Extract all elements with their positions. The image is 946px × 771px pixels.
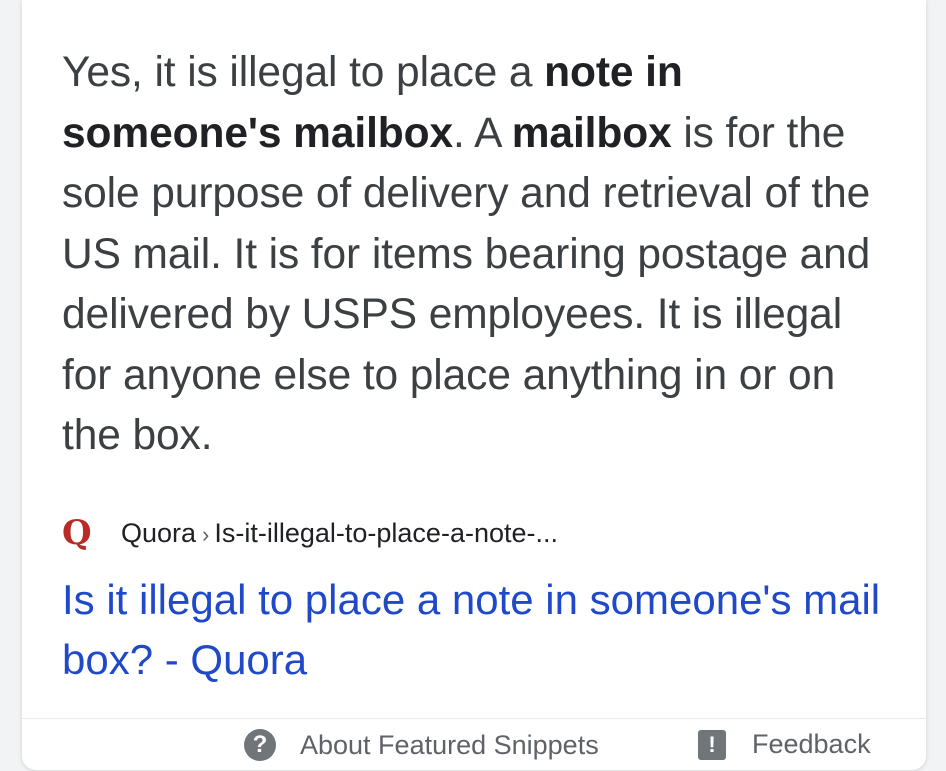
snippet-text-part-2: . A: [453, 109, 512, 157]
snippet-text: Yes, it is illegal to place a note in so…: [62, 43, 902, 467]
snippet-text-part-1: Yes, it is illegal to place a: [62, 49, 545, 96]
about-featured-snippets-link[interactable]: ? About Featured Snippets: [244, 729, 599, 761]
snippet-highlight-mailbox: mailbox: [511, 109, 672, 157]
source-breadcrumb[interactable]: Q Quora › Is-it-illegal-to-place-a-note-..…: [62, 510, 558, 556]
feedback-icon: !: [698, 729, 726, 760]
featured-snippet-card: Yes, it is illegal to place a note in so…: [22, 0, 926, 770]
source-path: Is-it-illegal-to-place-a-note-...: [214, 517, 558, 548]
source-site-name: Quora: [121, 517, 197, 548]
feedback-label: Feedback: [752, 729, 871, 759]
quora-favicon-icon: Q: [62, 513, 92, 553]
breadcrumb-separator: ›: [202, 521, 210, 547]
snippet-text-part-3: is for the sole purpose of delivery and …: [62, 109, 871, 460]
result-title-link[interactable]: Is it illegal to place a note in someone…: [62, 570, 902, 690]
about-featured-snippets-label: About Featured Snippets: [300, 729, 599, 760]
help-icon: ?: [244, 729, 276, 761]
source-url[interactable]: Quora › Is-it-illegal-to-place-a-note-...: [121, 518, 558, 549]
snippet-footer: ? About Featured Snippets ! Feedback: [22, 718, 926, 771]
feedback-link[interactable]: ! Feedback: [698, 729, 871, 760]
